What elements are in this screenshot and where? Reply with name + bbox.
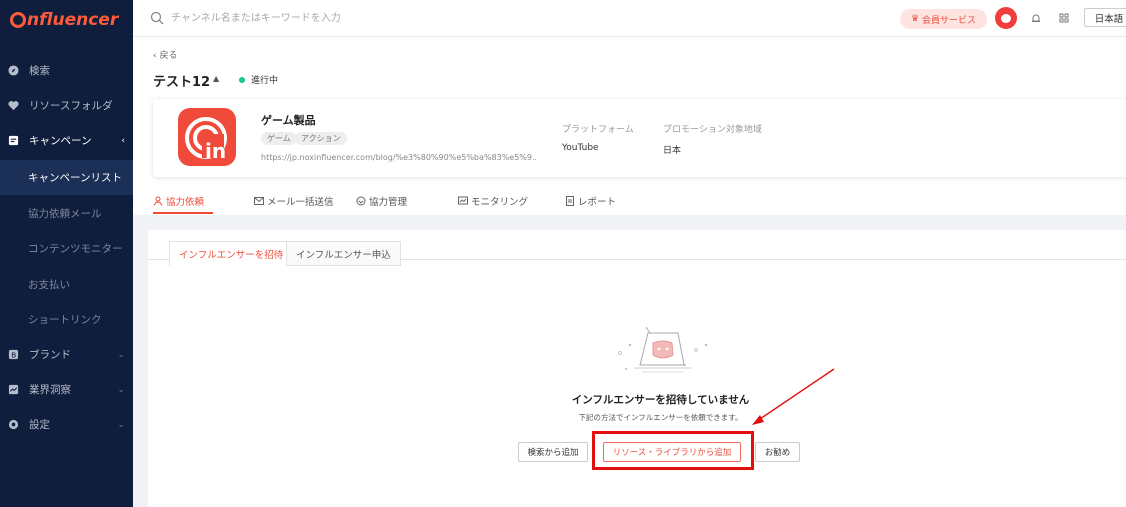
page-title: テスト12 (153, 75, 211, 90)
sidebar-subitem-short-link[interactable]: ショートリンク (0, 302, 133, 337)
status-badge: 進行中 (251, 76, 279, 86)
region-value: 日本 (663, 146, 682, 156)
platform-label: プラットフォーム (562, 125, 634, 135)
sidebar-item-label: 設定 (29, 419, 50, 431)
mail-icon (254, 197, 264, 205)
sidebar-item-resource-folder[interactable]: リソースフォルダ (0, 88, 133, 123)
sidebar-subitem-label: ショートリンク (28, 314, 102, 326)
search-icon (150, 11, 164, 25)
chevron-down-icon: ⌄ (117, 349, 125, 360)
empty-state-title: インフルエンサーを招待していません (571, 394, 750, 406)
bell-icon (1032, 14, 1040, 22)
region-label: プロモーション対象地域 (663, 125, 762, 135)
empty-state-subtitle: 下記の方法でインフルエンサーを依頼できます。 (578, 413, 743, 422)
sidebar-subitem-label: キャンペーンリスト (28, 172, 122, 184)
tab-cooperation-request[interactable]: 協力依頼 (153, 194, 204, 208)
tab-label: モニタリング (471, 197, 529, 208)
subtab-invite-influencer[interactable]: インフルエンサーを招待 (169, 241, 294, 266)
logo-mark-icon (10, 12, 26, 28)
compass-icon (8, 65, 19, 76)
chevron-down-icon: ⌄ (117, 419, 125, 430)
search-input[interactable] (171, 9, 571, 27)
handshake-icon (356, 196, 366, 206)
language-select[interactable]: 日本語 (1084, 8, 1126, 27)
sidebar-subitem-content-monitor[interactable]: コンテンツモニター (0, 231, 133, 266)
member-service-label: 会員サービス (922, 15, 977, 26)
subtab-label: インフルエンサー申込 (296, 249, 391, 261)
tab-label: レポート (578, 197, 617, 208)
product-tag: ゲーム (261, 132, 297, 145)
campaign-header: ‹ 戻る テスト12 ▲ 進行中 in ゲーム製品 ゲーム アクション http… (133, 37, 1126, 215)
sidebar-subitem-label: コンテンツモニター (28, 243, 123, 255)
top-bar: ♛ 会員サービス 日本語 (133, 0, 1126, 37)
subtab-influencer-application[interactable]: インフルエンサー申込 (286, 241, 401, 266)
sidebar-item-label: キャンペーン (29, 135, 92, 147)
sidebar-item-insight[interactable]: 業界洞察 ⌄ (0, 372, 133, 407)
tab-monitoring[interactable]: モニタリング (458, 194, 528, 208)
chat-bubble-icon (1001, 13, 1011, 23)
product-name: ゲーム製品 (261, 114, 316, 127)
tab-report[interactable]: レポート (565, 194, 616, 208)
sidebar-subitem-label: お支払い (28, 279, 70, 291)
empty-state-illustration (618, 326, 708, 373)
gear-icon (8, 419, 19, 430)
sidebar-item-label: 検索 (29, 65, 50, 77)
add-from-search-button[interactable]: 検索から追加 (518, 442, 588, 462)
product-url[interactable]: https://jp.noxinfluencer.com/blog/%e3%80… (261, 153, 536, 162)
sidebar-item-label: リソースフォルダ (29, 100, 113, 112)
language-label: 日本語 (1094, 13, 1124, 25)
tab-cooperation-management[interactable]: 協力管理 (356, 194, 407, 208)
active-tab-indicator (153, 212, 213, 214)
sidebar: nfluencer 検索 リソースフォルダ キャンペーン ‹ キャンペーンリスト… (0, 0, 133, 507)
recommended-button[interactable]: お勧め (755, 442, 800, 462)
campaign-icon (8, 135, 19, 146)
platform-value: YouTube (562, 143, 599, 153)
monitor-icon (458, 196, 468, 205)
product-tag: アクション (295, 132, 347, 145)
tab-label: 協力管理 (369, 197, 408, 208)
sidebar-item-settings[interactable]: 設定 ⌄ (0, 407, 133, 442)
sidebar-item-campaign[interactable]: キャンペーン ‹ (0, 123, 133, 158)
sidebar-subitem-label: 協力依頼メール (28, 208, 102, 220)
brand-icon: B (8, 349, 19, 360)
notification-bell-button[interactable] (1026, 8, 1046, 28)
collapse-up-icon[interactable]: ▲ (213, 74, 219, 83)
sidebar-item-label: ブランド (29, 349, 71, 361)
logo-text: nfluencer (27, 10, 119, 30)
insight-icon (8, 384, 19, 395)
status-dot (239, 77, 245, 83)
report-icon (566, 196, 574, 206)
sidebar-item-label: 業界洞察 (29, 384, 71, 396)
tab-label: 協力依頼 (166, 197, 205, 208)
sidebar-item-search[interactable]: 検索 (0, 53, 133, 88)
grid-icon (1059, 13, 1069, 23)
heart-icon (8, 100, 19, 111)
crown-icon: ♛ (910, 14, 920, 24)
sidebar-subitem-request-mail[interactable]: 協力依頼メール (0, 196, 133, 231)
back-link[interactable]: ‹ 戻る (153, 48, 177, 61)
campaign-tabs: 協力依頼 メール一括送信 協力管理 モニタリング レポート (133, 191, 1126, 215)
chevron-left-icon: ‹ (121, 135, 125, 146)
apps-grid-button[interactable] (1054, 8, 1074, 28)
sidebar-subitem-campaign-list[interactable]: キャンペーンリスト (0, 160, 133, 195)
sidebar-item-brand[interactable]: B ブランド ⌄ (0, 337, 133, 372)
person-icon (154, 196, 162, 206)
tab-bulk-mail[interactable]: メール一括送信 (254, 194, 334, 208)
svg-text:in: in (205, 139, 226, 163)
chevron-down-icon: ⌄ (117, 384, 125, 395)
subtab-label: インフルエンサーを招待 (179, 249, 284, 261)
member-service-button[interactable]: ♛ 会員サービス (900, 9, 987, 29)
invite-panel: インフルエンサーを招待 インフルエンサー申込 インフルエンサーを招待していません… (148, 230, 1126, 507)
annotation-highlight-box (592, 431, 754, 470)
product-card: in ゲーム製品 ゲーム アクション https://jp.noxinfluen… (153, 99, 1126, 177)
chat-button[interactable] (995, 7, 1017, 29)
back-label: 戻る (159, 51, 178, 61)
logo[interactable]: nfluencer (0, 0, 133, 40)
tab-label: メール一括送信 (267, 197, 334, 208)
product-logo: in (178, 108, 236, 166)
sidebar-subitem-payment[interactable]: お支払い (0, 267, 133, 302)
svg-text:B: B (11, 350, 16, 359)
product-app-icon: in (185, 117, 227, 163)
